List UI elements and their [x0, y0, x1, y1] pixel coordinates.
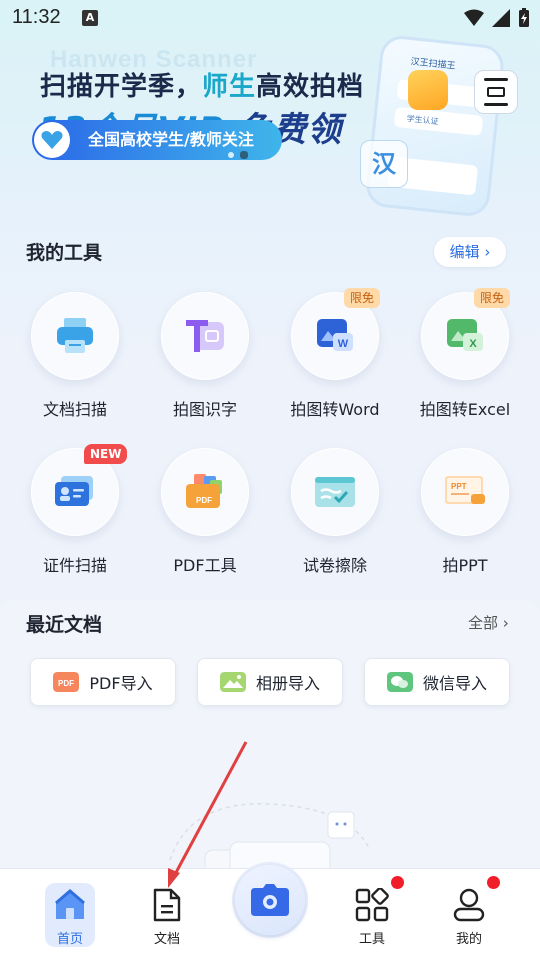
tools-section-title: 我的工具	[26, 242, 103, 264]
home-icon	[55, 889, 85, 919]
banner-phone-illustration: 汉王扫描王 学生认证	[364, 33, 506, 219]
nav-documents-label: 文档	[153, 932, 180, 947]
tool-exam-erase[interactable]: 试卷擦除	[270, 448, 400, 598]
nav-documents[interactable]: 文档	[127, 868, 207, 960]
profile-icon	[453, 888, 485, 922]
album-import-icon	[219, 672, 246, 692]
heart-shield-icon	[34, 122, 70, 158]
wechat-import-button[interactable]: 微信导入	[364, 658, 510, 706]
profile-notification-dot	[487, 876, 500, 889]
nav-profile-label: 我的	[455, 932, 482, 947]
svg-text:PDF: PDF	[58, 679, 74, 688]
nav-home-label: 首页	[56, 932, 83, 947]
nav-home[interactable]: 首页	[30, 868, 110, 960]
tool-label: 试卷擦除	[302, 556, 367, 575]
recent-section-title: 最近文档	[26, 614, 103, 636]
svg-text:X: X	[469, 338, 477, 350]
tool-pdf[interactable]: PDF PDF工具	[140, 448, 270, 598]
svg-text:PDF: PDF	[196, 496, 212, 505]
banner-headline: 扫描开学季，师生高效拍档	[40, 72, 365, 102]
pdf-import-icon: PDF	[53, 672, 80, 692]
status-bar: 11:32 A	[0, 0, 540, 36]
banner-indicator	[228, 151, 248, 159]
ppt-icon: PPT	[445, 476, 485, 504]
text-recognize-icon	[186, 320, 224, 352]
camera-scan-button[interactable]	[232, 862, 308, 938]
tools-notification-dot	[391, 876, 404, 889]
printer-icon	[57, 318, 93, 353]
tool-label: 拍图识字	[172, 400, 237, 419]
battery-charging-icon	[519, 8, 529, 27]
camera-icon	[251, 884, 289, 916]
tool-text-recognize[interactable]: 拍图识字	[140, 292, 270, 442]
pdf-tools-icon: PDF	[186, 474, 222, 508]
svg-text:PPT: PPT	[451, 482, 467, 491]
album-import-button[interactable]: 相册导入	[197, 658, 343, 706]
tool-photo-to-excel[interactable]: X 限免 拍图转Excel	[400, 288, 530, 442]
signal-icon	[492, 9, 510, 27]
pdf-import-button[interactable]: PDF PDF导入	[30, 658, 176, 706]
exam-erase-icon	[315, 477, 355, 507]
wechat-import-label: 微信导入	[422, 674, 487, 693]
tool-id-scan[interactable]: NEW 证件扫描	[10, 444, 140, 598]
album-import-label: 相册导入	[255, 674, 320, 693]
view-all-link[interactable]: 全部 ›	[468, 612, 509, 633]
id-card-icon	[55, 476, 93, 506]
calendar-icon	[408, 70, 448, 110]
tool-label: 拍PPT	[442, 556, 488, 575]
status-time: 11:32	[12, 6, 61, 28]
tools-grid-icon	[355, 888, 389, 922]
nav-tools-label: 工具	[358, 932, 385, 947]
tool-label: 文档扫描	[42, 400, 107, 419]
svg-text:W: W	[338, 338, 349, 350]
wechat-import-icon	[386, 672, 413, 692]
edit-tools-button[interactable]: 编辑 ›	[434, 237, 506, 267]
word-icon: W	[317, 319, 353, 351]
tool-photo-to-word[interactable]: W 限免 拍图转Word	[270, 288, 400, 442]
tool-doc-scan[interactable]: 文档扫描	[10, 292, 140, 442]
limited-free-badge: 限免	[474, 288, 511, 308]
notification-app-icon: A	[82, 10, 98, 26]
tool-label: PDF工具	[173, 556, 237, 575]
tool-label: 拍图转Excel	[419, 400, 511, 419]
excel-icon: X	[447, 319, 483, 351]
tool-photo-ppt[interactable]: PPT 拍PPT	[400, 448, 530, 598]
tool-label: 证件扫描	[42, 556, 107, 575]
new-badge: NEW	[84, 444, 128, 464]
tool-label: 拍图转Word	[290, 400, 380, 419]
han-character-tile: 汉	[360, 140, 408, 188]
scan-frame-button[interactable]	[474, 70, 518, 114]
limited-free-badge: 限免	[344, 288, 381, 308]
wifi-icon	[464, 9, 484, 26]
pdf-import-label: PDF导入	[89, 674, 153, 693]
document-icon	[153, 888, 181, 922]
